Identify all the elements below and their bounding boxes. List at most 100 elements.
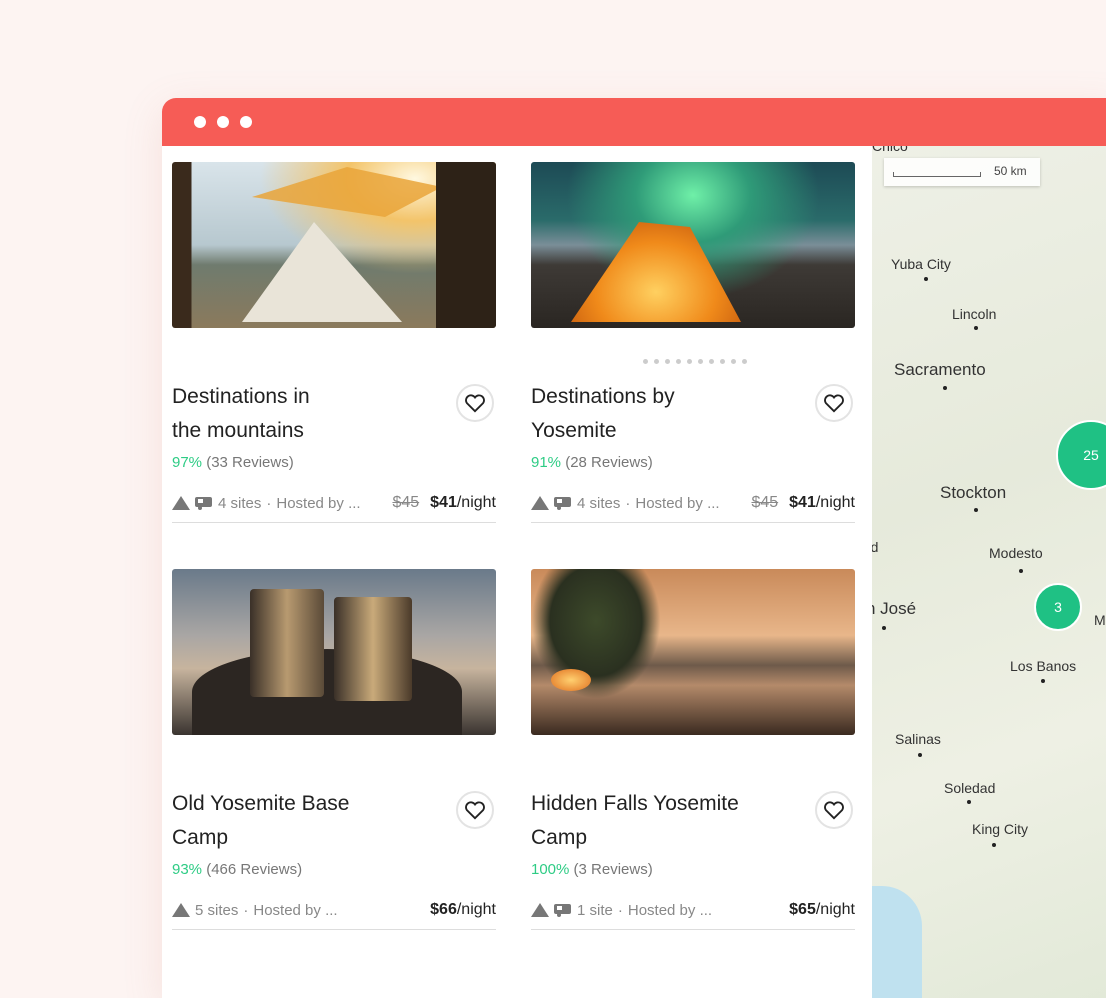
favorite-button[interactable]: [815, 384, 853, 422]
price: $41/night: [430, 494, 496, 512]
review-count: (33 Reviews): [206, 454, 294, 471]
tent-icon: [531, 903, 549, 917]
price-amount: $41: [430, 494, 457, 511]
city-pin: [967, 800, 971, 804]
heart-icon: [824, 394, 844, 413]
city-pin: [943, 386, 947, 390]
cluster-count: 25: [1083, 447, 1099, 463]
city-label: Sacramento: [894, 360, 986, 379]
city-label: King City: [972, 821, 1029, 837]
rating: 97% (33 Reviews): [172, 454, 294, 471]
favorite-button[interactable]: [815, 791, 853, 829]
review-count: (28 Reviews): [565, 454, 653, 471]
listing-meta: 4 sites · Hosted by ... $45 $41/night: [531, 494, 855, 512]
host-label[interactable]: Hosted by ...: [635, 495, 719, 512]
listing-title[interactable]: Old Yosemite Base Camp: [172, 787, 442, 855]
rv-icon: [554, 904, 571, 917]
city-pin: [1041, 679, 1045, 683]
window-control-close[interactable]: [194, 116, 206, 128]
cluster-count: 3: [1054, 599, 1062, 615]
map-scale: 50 km: [884, 158, 1040, 186]
city-label: Salinas: [895, 731, 941, 747]
title-line: Camp: [172, 826, 229, 849]
city-pin: [974, 508, 978, 512]
rating-percent: 97%: [172, 454, 203, 471]
separator: ·: [625, 494, 631, 512]
price-unit: /night: [456, 901, 496, 918]
listing-meta: 4 sites · Hosted by ... $45 $41/night: [172, 494, 496, 512]
city-pin: [918, 753, 922, 757]
separator: ·: [617, 901, 623, 919]
city-label: Modesto: [989, 545, 1043, 561]
listing-title[interactable]: Hidden Falls Yosemite Camp: [531, 787, 801, 855]
map[interactable]: Chico 50 km Yuba City Lincoln Sacramento…: [872, 146, 1106, 998]
window-control-minimize[interactable]: [217, 116, 229, 128]
listing-title[interactable]: Destinations by Yosemite: [531, 380, 801, 448]
rating-percent: 93%: [172, 861, 203, 878]
window-control-maximize[interactable]: [240, 116, 252, 128]
city-label: Merc: [1094, 612, 1106, 628]
city-label: rd: [872, 539, 879, 555]
title-line: Camp: [531, 826, 588, 849]
map-cluster[interactable]: 25: [1056, 420, 1106, 490]
host-label[interactable]: Hosted by ...: [276, 495, 360, 512]
price-amount: $66: [430, 901, 457, 918]
tent-icon: [172, 496, 190, 510]
photo-pager[interactable]: [643, 359, 747, 364]
price: $41/night: [789, 494, 855, 512]
title-line: the mountains: [172, 419, 304, 442]
price-amount: $65: [789, 901, 816, 918]
original-price: $45: [751, 494, 779, 511]
review-count: (466 Reviews): [206, 861, 303, 878]
title-line: Yosemite: [531, 419, 617, 442]
rating: 91% (28 Reviews): [531, 454, 653, 471]
separator: ·: [266, 494, 272, 512]
listing-title[interactable]: Destinations in the mountains: [172, 380, 442, 448]
divider: [172, 522, 496, 523]
listing-photo[interactable]: [172, 569, 496, 735]
favorite-button[interactable]: [456, 384, 494, 422]
site-count: 4 sites: [577, 494, 621, 512]
divider: [531, 522, 855, 523]
divider: [531, 929, 855, 930]
rating: 100% (3 Reviews): [531, 861, 653, 878]
listing-meta: 5 sites · Hosted by ... $66/night: [172, 901, 496, 919]
map-cluster[interactable]: 3: [1034, 583, 1082, 631]
city-pin: [992, 843, 996, 847]
title-line: Destinations in: [172, 385, 310, 408]
title-line: Old Yosemite Base: [172, 792, 350, 815]
site-count: 1 site: [577, 901, 613, 919]
city-label: Soledad: [944, 780, 996, 796]
host-label[interactable]: Hosted by ...: [628, 902, 712, 919]
rating-percent: 100%: [531, 861, 570, 878]
city-pin: [1019, 569, 1023, 573]
rating: 93% (466 Reviews): [172, 861, 302, 878]
site-count: 5 sites: [195, 901, 239, 919]
favorite-button[interactable]: [456, 791, 494, 829]
city-pin: [974, 326, 978, 330]
listing-photo[interactable]: [172, 162, 496, 328]
tent-icon: [531, 496, 549, 510]
title-line: Destinations by: [531, 385, 675, 408]
host-label[interactable]: Hosted by ...: [253, 902, 337, 919]
city-pin: [924, 277, 928, 281]
price-unit: /night: [815, 901, 855, 918]
city-label: Chico: [872, 146, 908, 154]
listing-photo[interactable]: [531, 162, 855, 328]
title-line: Hidden Falls Yosemite: [531, 792, 739, 815]
rv-icon: [195, 497, 212, 510]
city-label: Lincoln: [952, 306, 997, 322]
price-unit: /night: [456, 494, 496, 511]
price: $66/night: [430, 901, 496, 919]
listing-photo[interactable]: [531, 569, 855, 735]
city-label: Yuba City: [891, 256, 951, 272]
divider: [172, 929, 496, 930]
app-window: Destinations in the mountains 97% (33 Rev…: [162, 98, 1106, 998]
site-count: 4 sites: [218, 494, 262, 512]
rv-icon: [554, 497, 571, 510]
title-bar: [162, 98, 1106, 146]
heart-icon: [465, 394, 485, 413]
price-unit: /night: [815, 494, 855, 511]
heart-icon: [824, 801, 844, 820]
rating-percent: 91%: [531, 454, 562, 471]
